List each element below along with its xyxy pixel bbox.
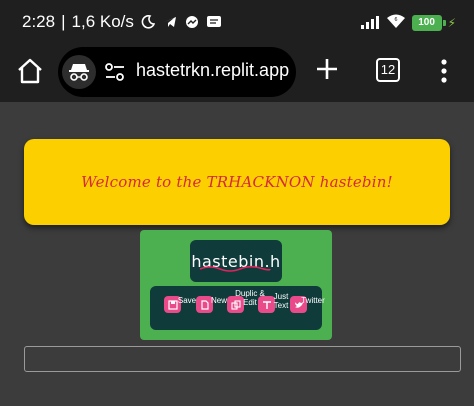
duplicate-edit-button[interactable]: Duplic & Edit	[227, 286, 265, 330]
telegram-icon	[162, 14, 178, 30]
logo-scribble	[199, 265, 271, 272]
moon-icon	[140, 14, 156, 30]
status-time: 2:28	[22, 12, 56, 31]
status-right: 6 100 ⚡	[360, 13, 456, 33]
incognito-icon	[62, 55, 96, 89]
messenger-icon	[184, 14, 200, 30]
plus-icon	[317, 59, 337, 79]
url-text[interactable]: hastetrkn.replit.app	[136, 60, 289, 81]
hastebin-panel: hastebin.h Save New Duplic & Edit Just T…	[140, 230, 332, 340]
message-icon	[206, 14, 222, 30]
just-text-button[interactable]: Just Text	[258, 286, 288, 330]
action-button-bar: Save New Duplic & Edit Just Text Twitter	[150, 286, 325, 330]
welcome-banner: Welcome to the TRHACKNON hastebin!	[24, 139, 450, 225]
tab-switcher-button[interactable]: 12	[376, 58, 400, 82]
new-button[interactable]: New	[196, 286, 227, 330]
page-content: Welcome to the TRHACKNON hastebin! haste…	[0, 102, 474, 406]
address-bar[interactable]: hastetrkn.replit.app	[58, 47, 296, 97]
status-separator: |	[61, 12, 66, 31]
menu-button[interactable]	[434, 58, 454, 84]
charging-icon: ⚡	[447, 16, 456, 30]
battery-indicator: 100	[411, 15, 446, 31]
battery-level: 100	[418, 17, 435, 28]
save-button[interactable]: Save	[164, 286, 196, 330]
svg-text:6: 6	[394, 17, 397, 23]
home-icon	[18, 58, 42, 84]
hastebin-logo: hastebin.h	[190, 240, 282, 282]
more-vertical-icon	[441, 59, 447, 83]
status-bar: 2:28 | 1,6 Ko/s 6 100 ⚡	[0, 0, 474, 44]
battery-tip	[442, 20, 446, 26]
home-button[interactable]	[14, 55, 46, 87]
wifi-icon: 6	[386, 13, 406, 33]
status-network-speed: 1,6 Ko/s	[71, 12, 134, 31]
signal-icon	[360, 14, 380, 33]
browser-toolbar: hastetrkn.replit.app 12	[0, 44, 474, 102]
paste-input[interactable]	[24, 346, 461, 372]
site-settings-icon[interactable]	[104, 62, 126, 82]
new-tab-button[interactable]	[314, 56, 340, 82]
twitter-label: Twitter	[301, 296, 325, 305]
twitter-button[interactable]: Twitter	[290, 286, 325, 330]
status-left: 2:28 | 1,6 Ko/s	[22, 12, 222, 32]
welcome-text: Welcome to the TRHACKNON hastebin!	[81, 173, 393, 191]
